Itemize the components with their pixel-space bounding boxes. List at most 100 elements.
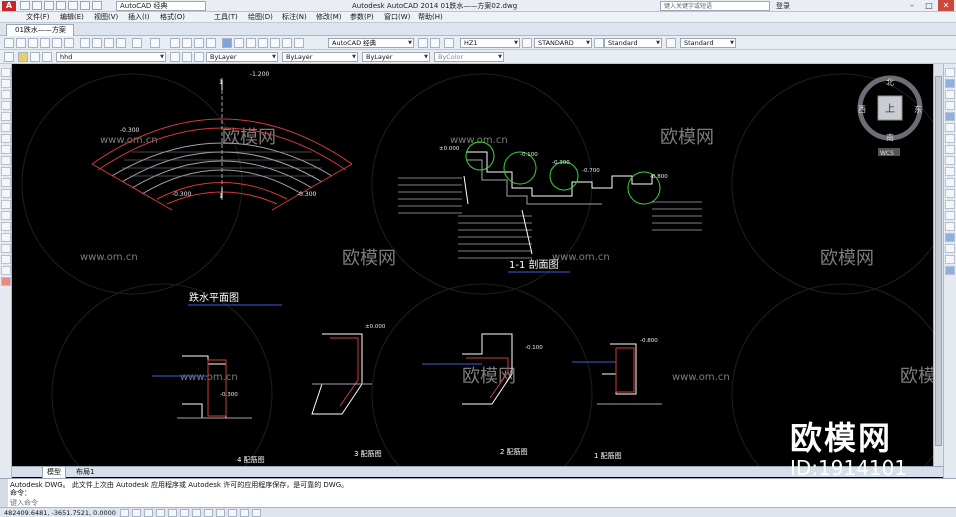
properties-icon[interactable] [222,38,232,48]
print-icon[interactable] [40,38,50,48]
menu-format[interactable]: 格式(O) [160,12,185,23]
new-file-icon[interactable] [20,1,30,10]
blend-icon[interactable] [945,244,955,253]
spline-icon[interactable] [1,156,11,165]
viewcube[interactable]: 上 北 南 东 西 WCS [854,72,926,160]
menu-edit[interactable]: 编辑(E) [60,12,84,23]
layer-properties-icon[interactable] [4,52,14,62]
markup-icon[interactable] [270,38,280,48]
dynamic-input-icon[interactable] [204,509,213,517]
menu-dimension[interactable]: 标注(N) [282,12,307,23]
undo-icon[interactable] [80,1,90,10]
stretch-icon[interactable] [945,156,955,165]
mtext-icon[interactable] [1,266,11,275]
save-as-icon[interactable] [56,1,66,10]
zoom-previous-icon[interactable] [206,38,216,48]
snap-mode-icon[interactable] [120,509,129,517]
cut-icon[interactable] [80,38,90,48]
ellipse-icon[interactable] [1,167,11,176]
table-icon[interactable] [1,255,11,264]
undo-icon[interactable] [132,38,142,48]
design-center-icon[interactable] [234,38,244,48]
drawing-canvas[interactable]: www.om.cn 欧模网 www.om.cn 欧模网 www.om.cn 欧模… [12,64,933,466]
divide-icon[interactable] [945,255,955,264]
help-icon[interactable] [294,38,304,48]
erase-icon[interactable] [945,68,955,77]
lengthen-icon[interactable] [945,266,955,275]
mleader-style-icon[interactable] [666,38,676,48]
text-style-manager-icon[interactable] [444,38,454,48]
tab-layout1[interactable]: 布局1 [72,467,98,478]
scrollbar-thumb[interactable] [935,76,942,446]
menu-modify[interactable]: 修改(M) [316,12,342,23]
menu-insert[interactable]: 插入(I) [128,12,150,23]
zoom-realtime-icon[interactable] [182,38,192,48]
make-current-icon[interactable] [170,52,180,62]
make-block-icon[interactable] [1,200,11,209]
selection-cycling-icon[interactable] [252,509,261,517]
command-window-handle[interactable] [0,479,8,507]
menu-file[interactable]: 文件(F) [26,12,50,23]
arc-icon[interactable] [1,123,11,132]
match-properties-icon[interactable] [116,38,126,48]
move-icon[interactable] [945,123,955,132]
ortho-mode-icon[interactable] [144,509,153,517]
menu-window[interactable]: 窗口(W) [384,12,410,23]
quick-properties-icon[interactable] [240,509,249,517]
login-link[interactable]: 登录 [776,0,790,12]
construction-line-icon[interactable] [1,79,11,88]
dim-style-icon[interactable] [522,38,532,48]
rotate-icon[interactable] [945,134,955,143]
polyline-icon[interactable] [1,90,11,99]
close-button[interactable]: ✕ [938,0,954,11]
trim-icon[interactable] [945,167,955,176]
paste-icon[interactable] [104,38,114,48]
array-icon[interactable] [945,112,955,121]
maximize-button[interactable]: □ [921,0,937,11]
layer-freeze-icon[interactable] [30,52,40,62]
object-snap-tracking-icon[interactable] [180,509,189,517]
menu-view[interactable]: 视图(V) [94,12,118,23]
pan-icon[interactable] [170,38,180,48]
object-snap-icon[interactable] [168,509,177,517]
offset-icon[interactable] [945,101,955,110]
layer-iso-icon[interactable] [194,52,204,62]
mirror-icon[interactable] [945,90,955,99]
layer-combo[interactable]: hhd ▼ [56,52,166,62]
fillet-icon[interactable] [945,222,955,231]
add-selected-icon[interactable] [1,277,11,286]
quickcalc-icon[interactable] [282,38,292,48]
revcloud-icon[interactable] [1,145,11,154]
workspace-dropdown[interactable]: AutoCAD 经典 [116,1,206,11]
color-combo[interactable]: ByLayer ▼ [206,52,278,62]
ducs-icon[interactable] [192,509,201,517]
rectangle-icon[interactable] [1,112,11,121]
save-icon[interactable] [28,38,38,48]
grid-display-icon[interactable] [132,509,141,517]
lineweight-display-icon[interactable] [216,509,225,517]
extend-icon[interactable] [945,178,955,187]
ellipse-arc-icon[interactable] [1,178,11,187]
tab-drawing[interactable]: 01跌水——方案02 [6,24,74,45]
workspace-settings-icon[interactable] [418,38,428,48]
menu-draw[interactable]: 绘图(D) [248,12,273,23]
mleader-style-combo[interactable]: Standard ▼ [680,38,736,48]
line-icon[interactable] [1,68,11,77]
plot-icon[interactable] [68,1,78,10]
scale-icon[interactable] [945,145,955,154]
break-icon[interactable] [945,189,955,198]
text-style-icon[interactable] [430,38,440,48]
open-file-icon[interactable] [32,1,42,10]
copy-icon[interactable] [92,38,102,48]
join-icon[interactable] [945,200,955,209]
menu-tools[interactable]: 工具(T) [214,12,238,23]
save-icon[interactable] [44,1,54,10]
redo-icon[interactable] [150,38,160,48]
polygon-icon[interactable] [1,101,11,110]
preview-icon[interactable] [52,38,62,48]
chamfer-icon[interactable] [945,211,955,220]
transparency-icon[interactable] [228,509,237,517]
polar-tracking-icon[interactable] [156,509,165,517]
qnew-icon[interactable] [4,38,14,48]
vertical-scrollbar[interactable] [933,64,943,466]
